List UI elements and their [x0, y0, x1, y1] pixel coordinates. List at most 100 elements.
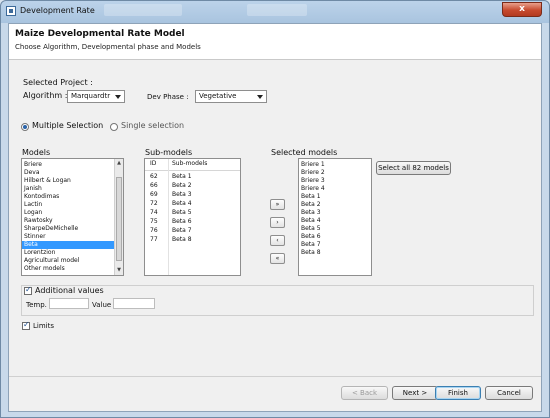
- list-item[interactable]: Beta 2: [299, 201, 371, 209]
- page-title: Maize Developmental Rate Model: [15, 29, 185, 39]
- additional-values-label[interactable]: Additional values: [35, 286, 104, 295]
- table-row[interactable]: 76 Beta 7: [145, 226, 240, 235]
- limits-label[interactable]: Limits: [33, 322, 54, 330]
- list-item[interactable]: Stinner: [22, 233, 123, 241]
- list-item[interactable]: Lactin: [22, 201, 123, 209]
- cancel-button[interactable]: Cancel: [485, 386, 533, 400]
- chevron-down-icon: [257, 95, 263, 99]
- submodel-name: Beta 7: [172, 227, 192, 234]
- remove-all-button[interactable]: «: [270, 253, 285, 264]
- list-item[interactable]: Beta 8: [299, 249, 371, 257]
- submodel-id: 77: [150, 236, 158, 243]
- dialog-client: Maize Developmental Rate Model Choose Al…: [8, 23, 542, 412]
- table-row[interactable]: 66 Beta 2: [145, 181, 240, 190]
- selected-models-items: Briere 1 Briere 2 Briere 3 Briere 4 Beta 1 Be…: [299, 161, 371, 257]
- submodel-id: 76: [150, 227, 158, 234]
- temp-label: Temp.: [26, 301, 47, 309]
- models-list[interactable]: Briere Deva Hilbert & Logan Janish Kontodima…: [21, 158, 124, 276]
- title-bar[interactable]: Development Rate x: [1, 1, 549, 23]
- submodel-id: 66: [150, 182, 158, 189]
- models-scrollbar[interactable]: ▲ ▼: [114, 159, 123, 275]
- close-button[interactable]: x: [502, 2, 542, 17]
- additional-values-checkbox[interactable]: [24, 285, 32, 295]
- algorithm-value: Marquardtr: [71, 92, 111, 100]
- single-selection-label[interactable]: Single selection: [121, 121, 184, 130]
- list-item[interactable]: Beta: [22, 241, 123, 249]
- list-item[interactable]: Janish: [22, 185, 123, 193]
- list-item[interactable]: Briere 2: [299, 169, 371, 177]
- models-label: Models: [22, 148, 51, 157]
- submodel-id: 72: [150, 200, 158, 207]
- list-item[interactable]: Other models: [22, 265, 123, 273]
- add-all-button[interactable]: »: [270, 199, 285, 210]
- list-item[interactable]: Beta 4: [299, 217, 371, 225]
- algorithm-select[interactable]: Marquardtr: [67, 90, 125, 103]
- list-item[interactable]: Beta 5: [299, 225, 371, 233]
- algorithm-label: Algorithm :: [23, 91, 68, 100]
- list-item[interactable]: Kontodimas: [22, 193, 123, 201]
- back-button[interactable]: < Back: [341, 386, 388, 400]
- list-item[interactable]: Beta 7: [299, 241, 371, 249]
- submodel-name: Beta 8: [172, 236, 192, 243]
- limits-checkbox[interactable]: [22, 320, 30, 330]
- submodel-name: Beta 3: [172, 191, 192, 198]
- dev-phase-select[interactable]: Vegetative: [195, 90, 267, 103]
- select-all-models-button[interactable]: Select all 82 models: [376, 161, 451, 175]
- value-input[interactable]: [113, 298, 155, 309]
- submodel-name: Beta 1: [172, 173, 192, 180]
- add-button[interactable]: ›: [270, 217, 285, 228]
- dev-phase-value: Vegetative: [199, 92, 237, 100]
- submodel-id: 69: [150, 191, 158, 198]
- table-row[interactable]: 62 Beta 1: [145, 172, 240, 181]
- scroll-thumb[interactable]: [116, 177, 122, 261]
- list-item[interactable]: Logan: [22, 209, 123, 217]
- list-item[interactable]: Briere 3: [299, 177, 371, 185]
- list-item[interactable]: Briere: [22, 161, 123, 169]
- submodel-name: Beta 6: [172, 218, 192, 225]
- next-button[interactable]: Next >: [392, 386, 438, 400]
- table-row[interactable]: 69 Beta 3: [145, 190, 240, 199]
- list-item[interactable]: Beta 3: [299, 209, 371, 217]
- table-row[interactable]: 72 Beta 4: [145, 199, 240, 208]
- list-item[interactable]: Agricultural model: [22, 257, 123, 265]
- submodel-id: 75: [150, 218, 158, 225]
- list-item[interactable]: Beta 1: [299, 193, 371, 201]
- selected-models-label: Selected models: [271, 148, 338, 157]
- submodel-id: 62: [150, 173, 158, 180]
- value-label: Value: [92, 301, 112, 309]
- list-item[interactable]: Beta 6: [299, 233, 371, 241]
- scroll-up-icon[interactable]: ▲: [116, 160, 122, 167]
- submodels-label: Sub-models: [145, 148, 193, 157]
- submodels-table[interactable]: ID Sub-models 62 Beta 1 66 Beta 2 69 Beta 3 72…: [144, 158, 241, 276]
- table-header: ID Sub-models: [145, 159, 240, 171]
- list-item[interactable]: Briere 4: [299, 185, 371, 193]
- list-item[interactable]: Hilbert & Logan: [22, 177, 123, 185]
- submodel-name: Beta 2: [172, 182, 192, 189]
- multiple-selection-label[interactable]: Multiple Selection: [32, 121, 103, 130]
- multiple-selection-radio[interactable]: [21, 123, 29, 131]
- selected-project-label: Selected Project :: [23, 78, 93, 87]
- remove-button[interactable]: ‹: [270, 235, 285, 246]
- background-window-tab: [247, 4, 307, 16]
- app-icon: [6, 6, 16, 16]
- submodel-id: 74: [150, 209, 158, 216]
- list-item[interactable]: SharpeDeMichelle: [22, 225, 123, 233]
- temp-input[interactable]: [49, 298, 89, 309]
- selected-models-list[interactable]: Briere 1 Briere 2 Briere 3 Briere 4 Beta 1 Be…: [298, 158, 372, 276]
- table-row[interactable]: 77 Beta 8: [145, 235, 240, 244]
- scroll-down-icon[interactable]: ▼: [116, 267, 122, 274]
- list-item[interactable]: Lorentzion: [22, 249, 123, 257]
- list-item[interactable]: Deva: [22, 169, 123, 177]
- single-selection-radio[interactable]: [110, 123, 118, 131]
- table-row[interactable]: 74 Beta 5: [145, 208, 240, 217]
- finish-button[interactable]: Finish: [435, 386, 481, 400]
- column-header-id[interactable]: ID: [150, 160, 156, 167]
- footer-divider: [9, 376, 541, 377]
- column-header-submodels[interactable]: Sub-models: [172, 160, 207, 167]
- page-subtitle: Choose Algorithm, Developmental phase an…: [15, 43, 201, 51]
- dev-phase-label: Dev Phase :: [147, 93, 189, 101]
- submodel-name: Beta 4: [172, 200, 192, 207]
- list-item[interactable]: Rawtosky: [22, 217, 123, 225]
- list-item[interactable]: Briere 1: [299, 161, 371, 169]
- table-row[interactable]: 75 Beta 6: [145, 217, 240, 226]
